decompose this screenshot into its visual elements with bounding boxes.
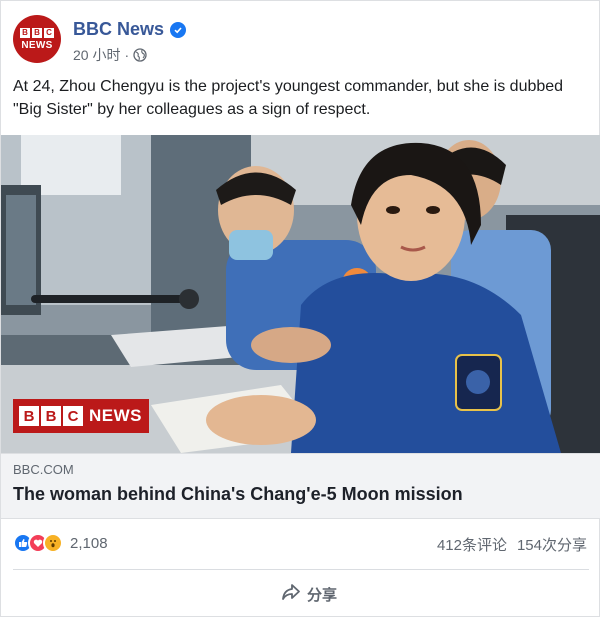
share-count[interactable]: 154次分享 — [517, 534, 587, 555]
page-avatar[interactable]: B B C NEWS — [13, 15, 61, 63]
watermark-letter: B — [41, 406, 61, 426]
bbc-news-watermark: B B C NEWS — [13, 399, 149, 433]
link-domain: BBC.COM — [13, 462, 74, 477]
post-timestamp[interactable]: 20 小时 — [73, 45, 120, 65]
engagement-counts: 412条评论 154次分享 — [437, 534, 587, 555]
post-photo[interactable]: B B C NEWS — [1, 135, 600, 453]
watermark-letter: B — [19, 406, 39, 426]
bbc-logo-boxes: B B C — [20, 27, 54, 38]
comment-count[interactable]: 412条评论 — [437, 534, 507, 555]
wow-icon — [43, 533, 63, 553]
share-icon — [281, 583, 301, 605]
verified-badge-icon — [170, 21, 187, 38]
share-label: 分享 — [307, 586, 338, 604]
share-button[interactable]: 分享 — [281, 581, 337, 607]
post-header: B B C NEWS BBC News 20 小时 · — [13, 13, 583, 69]
bbc-logo-word: NEWS — [21, 39, 53, 51]
facebook-post: B B C NEWS BBC News 20 小时 · At 24, Zhou … — [0, 0, 600, 617]
bbc-logo-letter: C — [44, 27, 54, 38]
bbc-logo-letter: B — [20, 27, 30, 38]
reactions-summary[interactable]: 2,108 — [13, 532, 108, 554]
meta-separator: · — [124, 47, 130, 63]
watermark-word: NEWS — [89, 406, 142, 425]
page-name[interactable]: BBC News — [73, 19, 164, 40]
globe-icon[interactable] — [133, 48, 147, 62]
post-caption: At 24, Zhou Chengyu is the project's you… — [13, 78, 564, 118]
link-title[interactable]: The woman behind China's Chang'e-5 Moon … — [13, 484, 463, 505]
page-name-link[interactable]: BBC News — [73, 19, 187, 40]
watermark-letter: C — [63, 406, 83, 426]
bbc-logo-letter: B — [32, 27, 42, 38]
post-meta: 20 小时 · — [73, 45, 147, 65]
link-preview[interactable]: BBC.COM The woman behind China's Chang'e… — [1, 453, 600, 519]
reaction-count[interactable]: 2,108 — [70, 535, 108, 552]
action-divider — [13, 569, 589, 570]
